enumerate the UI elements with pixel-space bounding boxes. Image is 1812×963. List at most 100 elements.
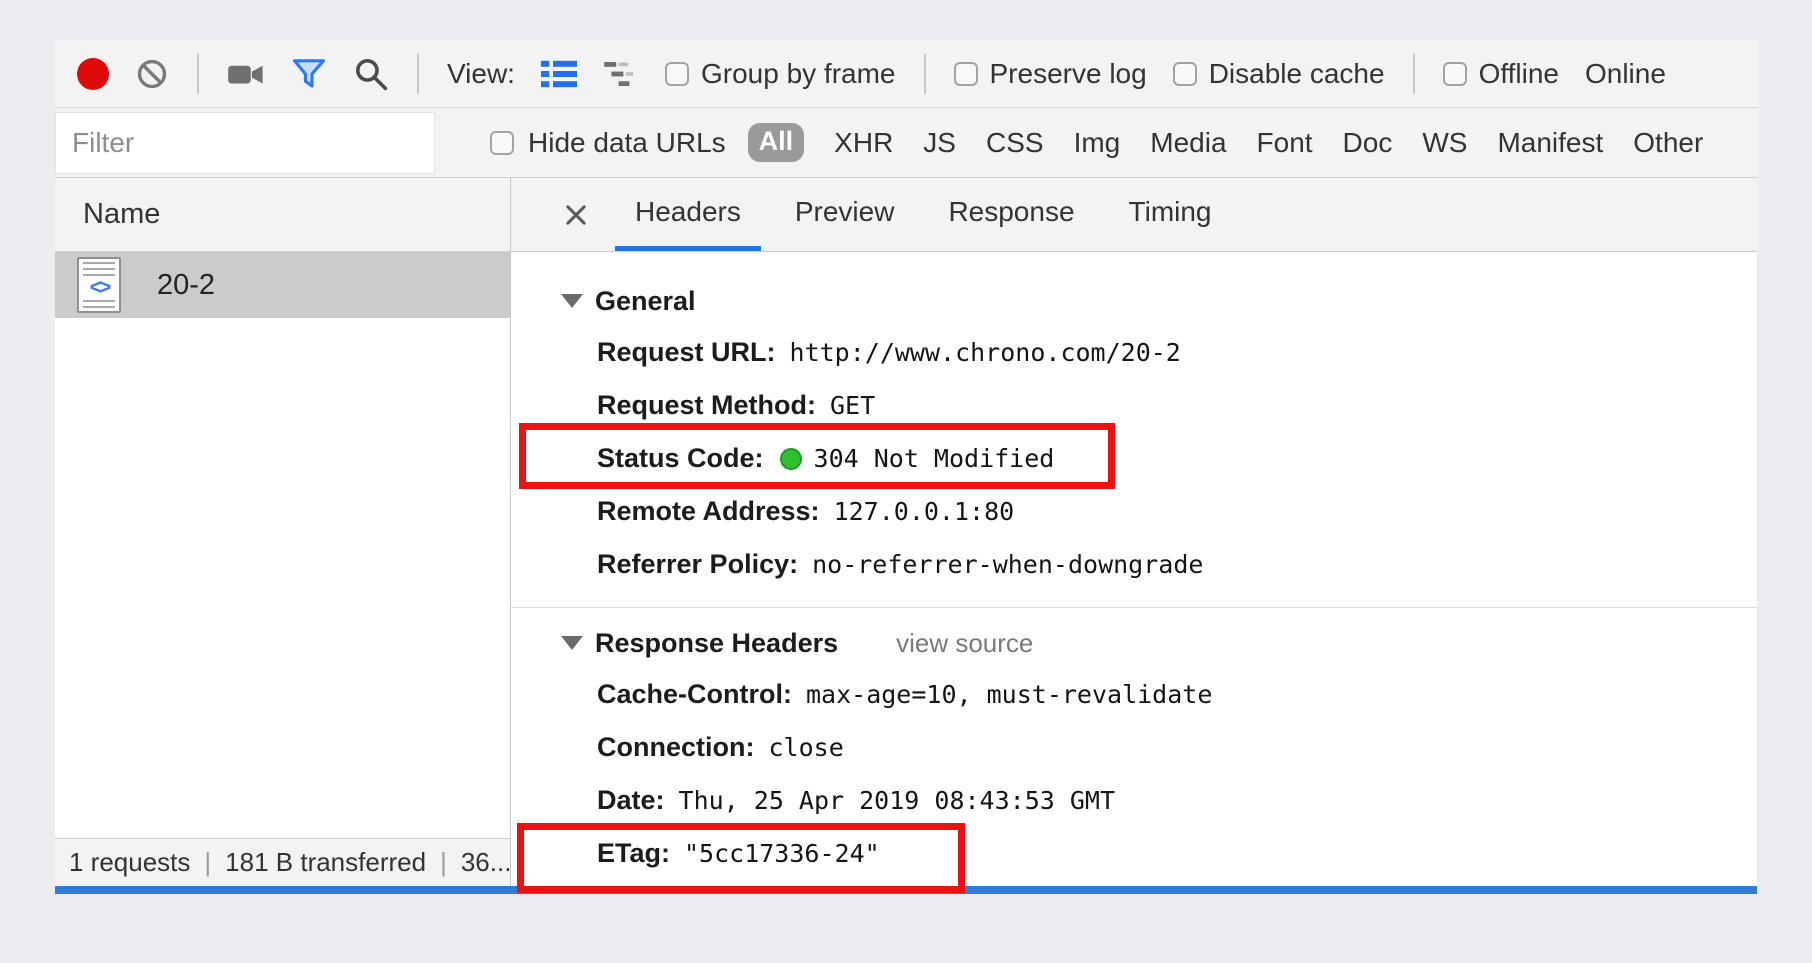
general-section-header[interactable]: General: [561, 276, 1757, 326]
group-by-frame-checkbox[interactable]: [664, 61, 689, 86]
summary-separator: |: [440, 847, 447, 877]
header-label: Request Method:: [597, 390, 816, 420]
clear-icon[interactable]: [135, 57, 169, 91]
request-row[interactable]: <> 20-2: [55, 252, 510, 318]
hide-data-urls-label: Hide data URLs: [528, 126, 726, 158]
general-section-title: General: [595, 285, 696, 316]
header-label: ETag:: [597, 838, 670, 868]
header-value: 127.0.0.1:80: [833, 497, 1015, 526]
filter-type-font[interactable]: Font: [1257, 127, 1313, 159]
toolbar-separator: [923, 53, 926, 94]
header-label: Connection:: [597, 732, 755, 762]
hide-data-urls-option[interactable]: Hide data URLs: [490, 127, 726, 159]
filter-type-ws[interactable]: WS: [1422, 127, 1467, 159]
preserve-log-checkbox[interactable]: [953, 61, 978, 86]
headers-content: General Request URL: http://www.chrono.c…: [511, 252, 1757, 893]
response-headers-section-header[interactable]: Response Headers view source: [561, 618, 1757, 668]
devtools-network-panel: View: Group by frame Preserve log Disabl…: [55, 40, 1757, 894]
disable-cache-checkbox[interactable]: [1172, 61, 1197, 86]
name-column-header[interactable]: Name: [55, 178, 510, 252]
header-label: Request URL:: [597, 337, 776, 367]
filter-input[interactable]: [55, 111, 435, 174]
response-headers-section-title: Response Headers: [595, 627, 839, 658]
filter-type-media[interactable]: Media: [1150, 127, 1226, 159]
tab-timing[interactable]: Timing: [1109, 178, 1232, 251]
network-toolbar: View: Group by frame Preserve log Disabl…: [55, 40, 1757, 108]
filter-type-xhr[interactable]: XHR: [834, 127, 893, 159]
header-value: http://www.chrono.com/20-2: [789, 338, 1181, 367]
toolbar-separator: [197, 53, 199, 94]
header-row-cache-control: Cache-Control: max-age=10, must-revalida…: [597, 668, 1757, 721]
header-label: Remote Address:: [597, 496, 820, 526]
collapse-triangle-icon[interactable]: [561, 294, 583, 308]
filter-type-doc[interactable]: Doc: [1343, 127, 1393, 159]
filter-type-other[interactable]: Other: [1633, 127, 1703, 159]
header-value: no-referrer-when-downgrade: [812, 550, 1204, 579]
network-summary-bar: 1 requests | 181 B transferred | 36...: [55, 838, 510, 886]
request-detail-panel: Headers Preview Response Timing General …: [510, 178, 1757, 893]
header-row-referrer-policy: Referrer Policy: no-referrer-when-downgr…: [597, 538, 1757, 591]
summary-separator: |: [204, 847, 212, 877]
search-icon[interactable]: [353, 56, 389, 92]
transferred-size: 181 B transferred: [225, 847, 427, 877]
detail-tabs: Headers Preview Response Timing: [511, 178, 1757, 252]
tab-preview[interactable]: Preview: [775, 178, 915, 251]
group-by-frame-option[interactable]: Group by frame: [664, 57, 896, 90]
view-list-icon[interactable]: [540, 59, 577, 89]
summary-truncated: 36...: [460, 847, 510, 877]
collapse-triangle-icon[interactable]: [561, 636, 583, 650]
header-label: Cache-Control:: [597, 679, 792, 709]
filter-bar: Hide data URLs All XHR JS CSS Img Media …: [55, 108, 1757, 178]
offline-checkbox[interactable]: [1442, 61, 1467, 86]
code-brackets-glyph: <>: [89, 276, 111, 299]
header-value: "5cc17336-24": [684, 839, 880, 868]
header-row-connection: Connection: close: [597, 721, 1757, 774]
view-source-link[interactable]: view source: [896, 628, 1033, 659]
header-row-request-url: Request URL: http://www.chrono.com/20-2: [597, 326, 1757, 379]
filter-funnel-icon[interactable]: [291, 56, 327, 92]
header-value: 304 Not Modified: [813, 444, 1055, 473]
bottom-accent-line: [55, 886, 1757, 894]
request-list-panel: Name <> 20-2 1 requests | 181 B transfer…: [55, 178, 510, 886]
filter-type-all[interactable]: All: [747, 123, 805, 162]
header-value: GET: [830, 391, 876, 420]
offline-label: Offline: [1478, 57, 1559, 89]
header-row-request-method: Request Method: GET: [597, 379, 1757, 432]
throttling-dropdown[interactable]: Online: [1585, 58, 1666, 90]
preserve-log-option[interactable]: Preserve log: [953, 57, 1147, 90]
requests-count: 1 requests: [69, 847, 191, 877]
tab-headers[interactable]: Headers: [615, 178, 761, 251]
filter-type-css[interactable]: CSS: [986, 127, 1044, 159]
header-row-status-code: Status Code: 304 Not Modified: [597, 432, 1757, 485]
header-value: close: [768, 733, 844, 762]
header-value: max-age=10, must-revalidate: [806, 680, 1213, 709]
request-list-empty-space: [55, 318, 510, 838]
toolbar-separator: [1412, 53, 1415, 94]
header-label: Date:: [597, 785, 665, 815]
header-row-remote-address: Remote Address: 127.0.0.1:80: [597, 485, 1757, 538]
header-row-date: Date: Thu, 25 Apr 2019 08:43:53 GMT: [597, 774, 1757, 827]
filter-type-js[interactable]: JS: [923, 127, 956, 159]
disable-cache-label: Disable cache: [1208, 57, 1385, 89]
section-divider: [511, 607, 1757, 608]
toolbar-separator: [417, 53, 419, 94]
close-icon[interactable]: [551, 178, 601, 251]
screenshot-camera-icon[interactable]: [227, 59, 265, 89]
offline-option[interactable]: Offline: [1442, 57, 1559, 90]
filter-type-img[interactable]: Img: [1074, 127, 1121, 159]
header-row-etag: ETag: "5cc17336-24": [597, 827, 1757, 880]
tab-response[interactable]: Response: [928, 178, 1094, 251]
disable-cache-option[interactable]: Disable cache: [1172, 57, 1385, 90]
group-by-frame-label: Group by frame: [700, 57, 896, 89]
hide-data-urls-checkbox[interactable]: [490, 130, 514, 155]
record-icon[interactable]: [77, 57, 109, 90]
view-waterfall-icon[interactable]: [603, 59, 639, 89]
document-icon: <>: [77, 257, 121, 313]
header-label: Status Code:: [597, 443, 764, 473]
network-main-area: Name <> 20-2 1 requests | 181 B transfer…: [55, 178, 1757, 893]
preserve-log-label: Preserve log: [989, 57, 1147, 89]
view-label: View:: [447, 57, 515, 89]
header-label: Referrer Policy:: [597, 549, 799, 579]
header-value: Thu, 25 Apr 2019 08:43:53 GMT: [678, 786, 1116, 815]
filter-type-manifest[interactable]: Manifest: [1497, 127, 1603, 159]
